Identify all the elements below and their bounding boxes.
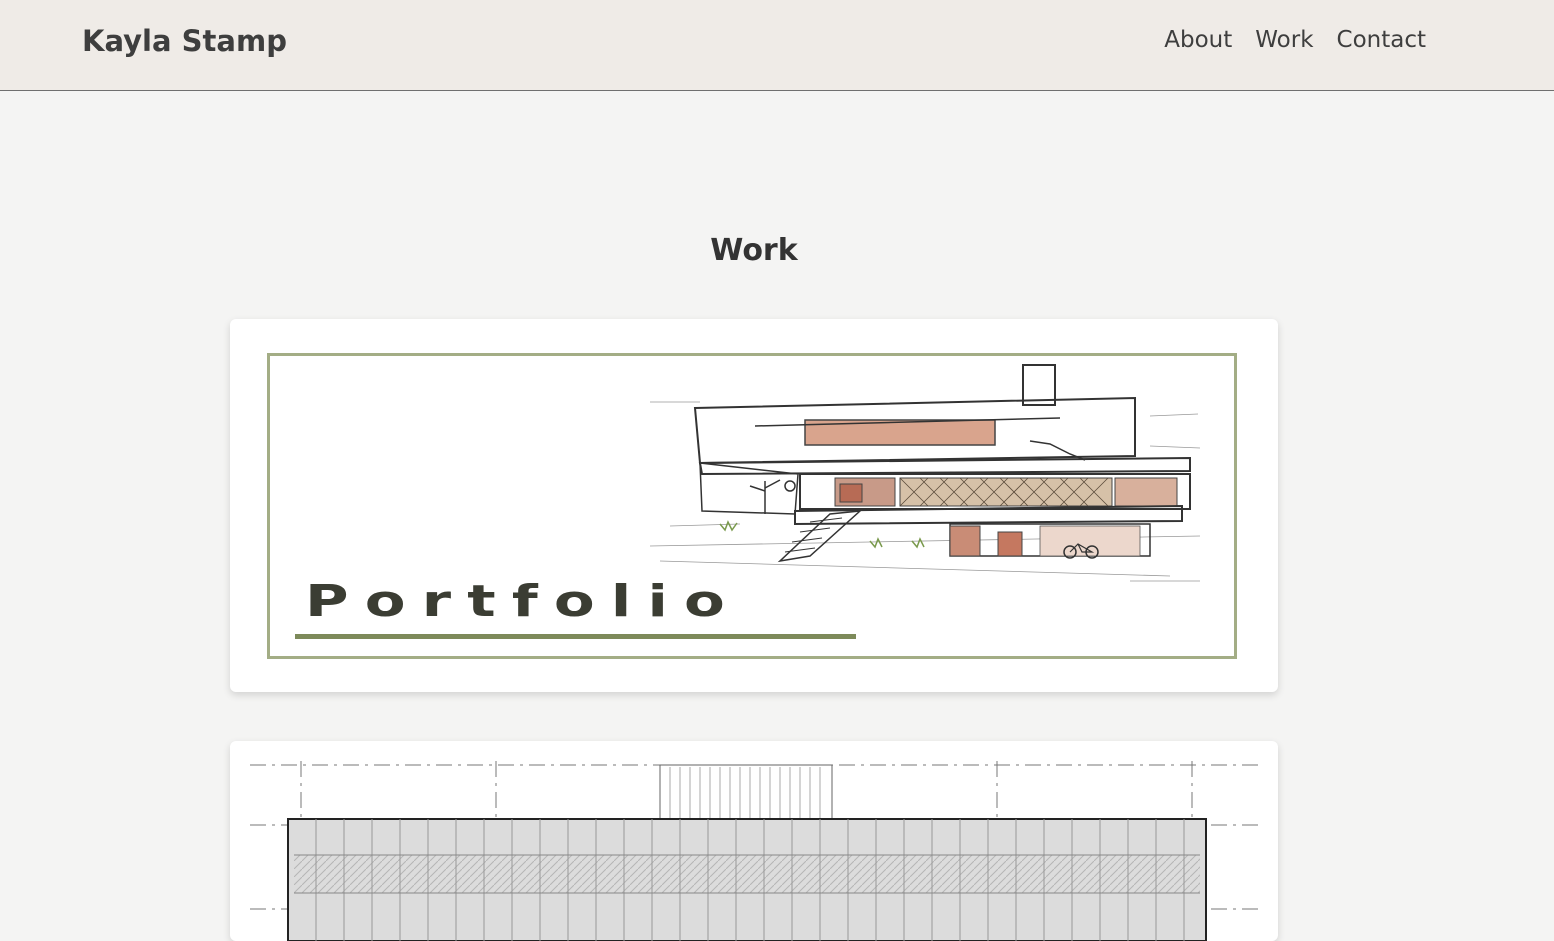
site-header: Kayla Stamp About Work Contact <box>0 0 1554 91</box>
nav-link-work[interactable]: Work <box>1255 27 1313 53</box>
portfolio-card[interactable]: Portfolio <box>230 319 1278 692</box>
nav-link-contact[interactable]: Contact <box>1337 27 1426 53</box>
floor-plan-drawing <box>250 761 1258 941</box>
main-nav: About Work Contact <box>1164 27 1426 53</box>
page-title: Work <box>710 233 798 268</box>
portfolio-underline <box>295 634 856 639</box>
portfolio-banner-image: Portfolio <box>267 353 1237 659</box>
nav-link-about[interactable]: About <box>1164 27 1232 53</box>
floor-plan-card[interactable] <box>230 741 1278 941</box>
brand-logo-link[interactable]: Kayla Stamp <box>82 24 287 58</box>
portfolio-heading: Portfolio <box>305 576 742 627</box>
